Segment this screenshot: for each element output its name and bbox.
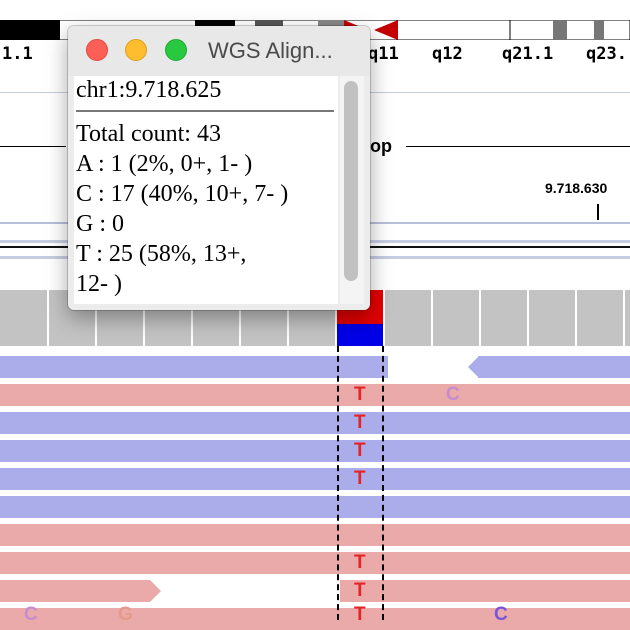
separator [76,110,334,112]
mismatch-base: T [354,468,366,489]
minimize-window-button[interactable] [125,39,147,61]
ruler-line [0,146,66,147]
band-label: q12 [432,44,463,64]
base-count-t-cont: 12- ) [76,271,122,297]
mismatch-base: T [354,604,366,625]
popup-scroll-thumb[interactable] [344,81,358,281]
position-label: 9.718.630 [545,180,608,196]
mismatch-base: T [354,552,366,573]
mismatch-base: T [354,412,366,433]
read-reverse[interactable] [0,468,630,490]
band-label: 1.1 [2,44,33,64]
read-forward[interactable] [0,384,630,406]
read-reverse[interactable] [0,356,388,378]
zoom-window-button[interactable] [165,39,187,61]
base-count-t: T : 25 (58%, 13+, [76,241,247,267]
mismatch-base: G [118,604,133,625]
band-label: q11 [368,44,399,64]
mismatch-base: C [446,384,460,405]
popup-title: WGS Align... [208,38,333,63]
mismatch-base: T [354,580,366,601]
base-count-c: C : 17 (40%, 10+, 7- ) [76,181,289,207]
read-forward[interactable] [0,524,630,546]
band-label: q21.1 [502,44,554,64]
read-reverse[interactable] [478,356,630,378]
center-guide-line [382,346,384,620]
close-window-button[interactable] [86,39,108,61]
alignment-popup-window[interactable]: WGS Align... chr1:9.718.625 Total count:… [68,26,370,310]
total-count-text: Total count: 43 [76,121,221,147]
mismatch-base: C [24,604,38,625]
gene-label: op [370,136,392,156]
mismatch-base: T [354,384,366,405]
base-count-a: A : 1 (2%, 0+, 1- ) [76,151,253,177]
read-reverse[interactable] [0,496,630,518]
ruler-line [406,146,630,147]
center-guide-line [337,346,339,620]
read-reverse[interactable] [0,412,630,434]
read-forward[interactable] [0,608,630,630]
band-label: q23. [586,44,627,64]
read-arrow-left [468,356,479,378]
read-arrow-right [150,580,161,602]
base-count-g: G : 0 [76,211,124,237]
locus-text: chr1:9.718.625 [76,77,222,103]
position-tick [597,204,599,220]
mismatch-base: T [354,440,366,461]
popup-content: chr1:9.718.625 Total count: 43 A : 1 (2%… [74,76,338,304]
read-forward[interactable] [0,580,150,602]
read-reverse[interactable] [0,440,630,462]
read-forward[interactable] [0,552,630,574]
mismatch-base: C [494,604,508,625]
